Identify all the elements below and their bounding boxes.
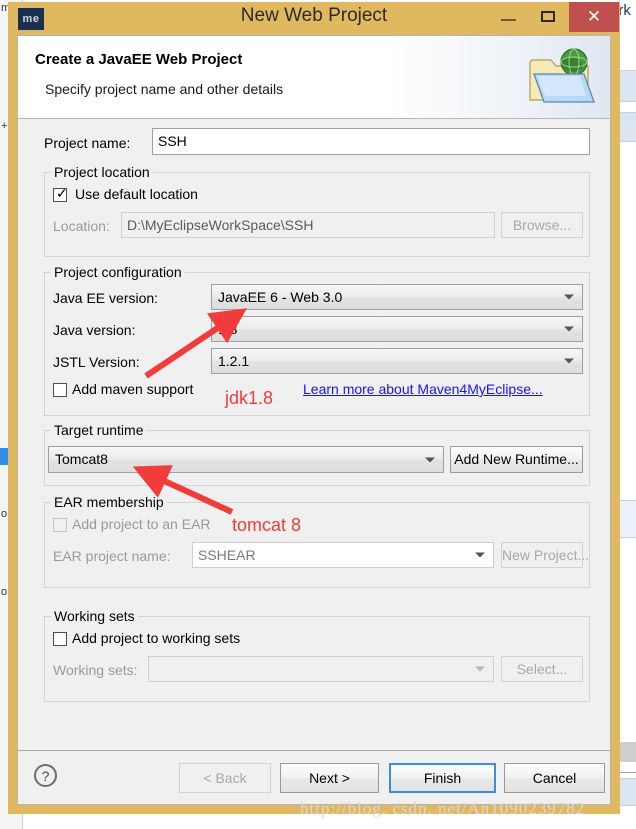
use-default-location-label: Use default location [75, 186, 198, 202]
close-button[interactable]: ✕ [569, 2, 619, 32]
ear-project-name-label: EAR project name: [53, 548, 171, 564]
add-new-runtime-button[interactable]: Add New Runtime... [450, 446, 583, 473]
browse-button: Browse... [501, 212, 583, 238]
annotation-jdk: jdk1.8 [225, 388, 274, 408]
add-maven-support-checkbox[interactable] [53, 383, 67, 397]
location-input: D:\MyEclipseWorkSpace\SSH [121, 212, 495, 238]
dialog-header: Create a JavaEE Web Project Specify proj… [18, 36, 610, 119]
project-location-group-title: Project location [51, 164, 153, 180]
next-button[interactable]: Next > [280, 763, 379, 793]
back-button: < Back [179, 763, 271, 793]
javaee-version-select[interactable]: JavaEE 6 - Web 3.0 [211, 284, 583, 310]
javaee-version-label: Java EE version: [53, 290, 159, 306]
maximize-icon [541, 11, 555, 22]
ear-project-name-input: SSHEAR [192, 542, 494, 568]
jstl-version-label: JSTL Version: [53, 354, 140, 370]
java-version-label: Java version: [53, 322, 136, 338]
chevron-down-icon [564, 294, 574, 300]
page-subtitle: Specify project name and other details [45, 81, 284, 97]
dialog-footer: ? < Back Next > Finish Cancel [18, 750, 610, 804]
add-project-to-working-sets-label: Add project to working sets [72, 630, 241, 646]
title-bar[interactable]: me New Web Project ✕ [8, 2, 620, 35]
page-title: Create a JavaEE Web Project [35, 51, 243, 68]
minimize-button[interactable] [489, 2, 529, 32]
jstl-version-select[interactable]: 1.2.1 [211, 348, 583, 374]
location-label: Location: [53, 218, 110, 234]
dialog-content: Project name: SSH Project location ✓ Use… [18, 120, 610, 750]
chevron-down-icon [475, 666, 485, 672]
maximize-button[interactable] [529, 2, 569, 32]
add-project-to-ear-checkbox [53, 518, 67, 532]
help-button[interactable]: ? [34, 764, 57, 787]
checkmark-icon: ✓ [56, 185, 68, 201]
project-name-input[interactable]: SSH [152, 128, 590, 155]
minimize-icon [501, 19, 516, 21]
working-sets-label: Working sets: [53, 662, 138, 678]
close-icon: ✕ [586, 7, 602, 26]
chevron-down-icon [564, 326, 574, 332]
dialog-body: Create a JavaEE Web Project Specify proj… [17, 35, 611, 805]
target-runtime-select[interactable]: Tomcat8 [48, 446, 444, 473]
ear-membership-group-title: EAR membership [51, 494, 167, 510]
working-sets-group-title: Working sets [51, 608, 138, 624]
add-project-to-ear-label: Add project to an EAR [72, 516, 211, 532]
java-version-value: 1.8 [218, 321, 238, 337]
chevron-down-icon [425, 457, 435, 462]
chevron-down-icon [564, 358, 574, 364]
use-default-location-checkbox[interactable]: ✓ [53, 185, 68, 202]
maven4myeclipse-link[interactable]: Learn more about Maven4MyEclipse... [303, 381, 543, 397]
chevron-down-icon [475, 552, 485, 558]
annotation-tomcat: tomcat 8 [232, 515, 302, 535]
target-runtime-group-title: Target runtime [51, 422, 147, 438]
add-maven-support-label: Add maven support [72, 381, 194, 397]
project-name-label: Project name: [44, 135, 131, 151]
cancel-button[interactable]: Cancel [504, 763, 605, 793]
ear-project-name-value: SSHEAR [198, 547, 256, 563]
select-working-sets-button: Select... [501, 656, 583, 682]
working-sets-select [148, 656, 494, 682]
web-project-folder-globe-icon [529, 48, 595, 103]
dialog-window: me New Web Project ✕ Create a JavaEE Web… [8, 2, 620, 814]
add-project-to-working-sets-checkbox[interactable] [53, 632, 67, 646]
finish-button[interactable]: Finish [389, 763, 496, 793]
jstl-version-value: 1.2.1 [218, 353, 250, 369]
project-configuration-group-title: Project configuration [51, 264, 185, 280]
java-version-select[interactable]: 1.8 [211, 316, 583, 342]
javaee-version-value: JavaEE 6 - Web 3.0 [218, 289, 343, 305]
target-runtime-value: Tomcat8 [55, 451, 108, 467]
watermark-text: http://blog. csdn. net/An1090239782 [300, 799, 586, 818]
new-project-button: New Project... [501, 542, 589, 568]
